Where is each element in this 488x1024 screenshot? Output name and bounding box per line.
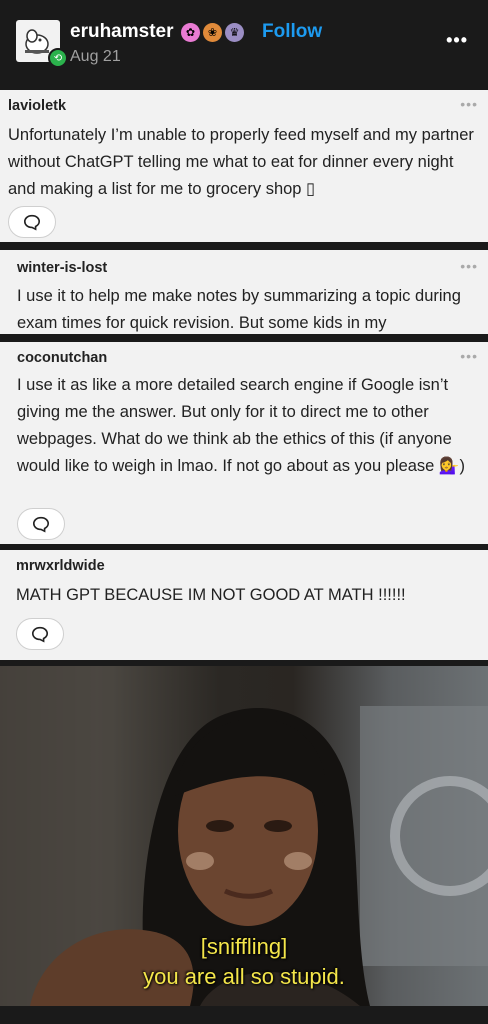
more-icon[interactable]: ••• [460, 258, 478, 274]
post-text: I use it to help me make notes by summar… [17, 287, 461, 332]
reblog-post: mrwxrldwide MATH GPT BECAUSE IM NOT GOOD… [0, 550, 488, 660]
post-username[interactable]: lavioletk [8, 98, 66, 114]
post-username[interactable]: winter-is-lost [17, 260, 107, 276]
meme-caption-line2: you are all so stupid. [143, 964, 345, 989]
flower-badge-icon: ✿ [181, 23, 200, 42]
reblog-post: lavioletk ••• Unfortunately I’m unable t… [0, 90, 488, 242]
reply-icon [23, 214, 41, 231]
more-icon[interactable]: ••• [460, 348, 478, 364]
reply-button[interactable] [8, 206, 56, 238]
post-text: MATH GPT BECAUSE IM NOT GOOD AT MATH !!!… [16, 586, 406, 604]
more-icon[interactable]: ••• [460, 96, 478, 112]
username[interactable]: eruhamster [70, 21, 174, 43]
reblog-post: coconutchan ••• I use it as like a more … [0, 342, 488, 544]
badge-group: ✿ ❀ ♛ [181, 23, 244, 42]
paw-badge-icon: ❀ [203, 23, 222, 42]
reply-icon [32, 516, 50, 533]
reblog-post: winter-is-lost ••• I use it to help me m… [0, 250, 488, 334]
post-date: Aug 21 [70, 48, 121, 65]
post-header: ⟲ eruhamster ✿ ❀ ♛ Follow Aug 21 ••• [0, 0, 488, 88]
crown-badge-icon: ♛ [225, 23, 244, 42]
more-icon[interactable]: ••• [446, 30, 468, 51]
reblog-icon: ⟲ [48, 48, 68, 68]
meme-caption-line1: [sniffling] [200, 934, 288, 959]
reply-button[interactable] [17, 508, 65, 540]
post-text: I use it as like a more detailed search … [17, 376, 465, 475]
post-username[interactable]: coconutchan [17, 350, 107, 366]
post-text: Unfortunately I’m unable to properly fee… [8, 126, 474, 198]
moomin-avatar-icon [25, 29, 49, 54]
post-username[interactable]: mrwxrldwide [16, 558, 105, 574]
reply-button[interactable] [16, 618, 64, 650]
reply-icon [31, 626, 49, 643]
follow-button[interactable]: Follow [262, 21, 322, 43]
meme-image[interactable]: [sniffling] you are all so stupid. [0, 666, 488, 1006]
